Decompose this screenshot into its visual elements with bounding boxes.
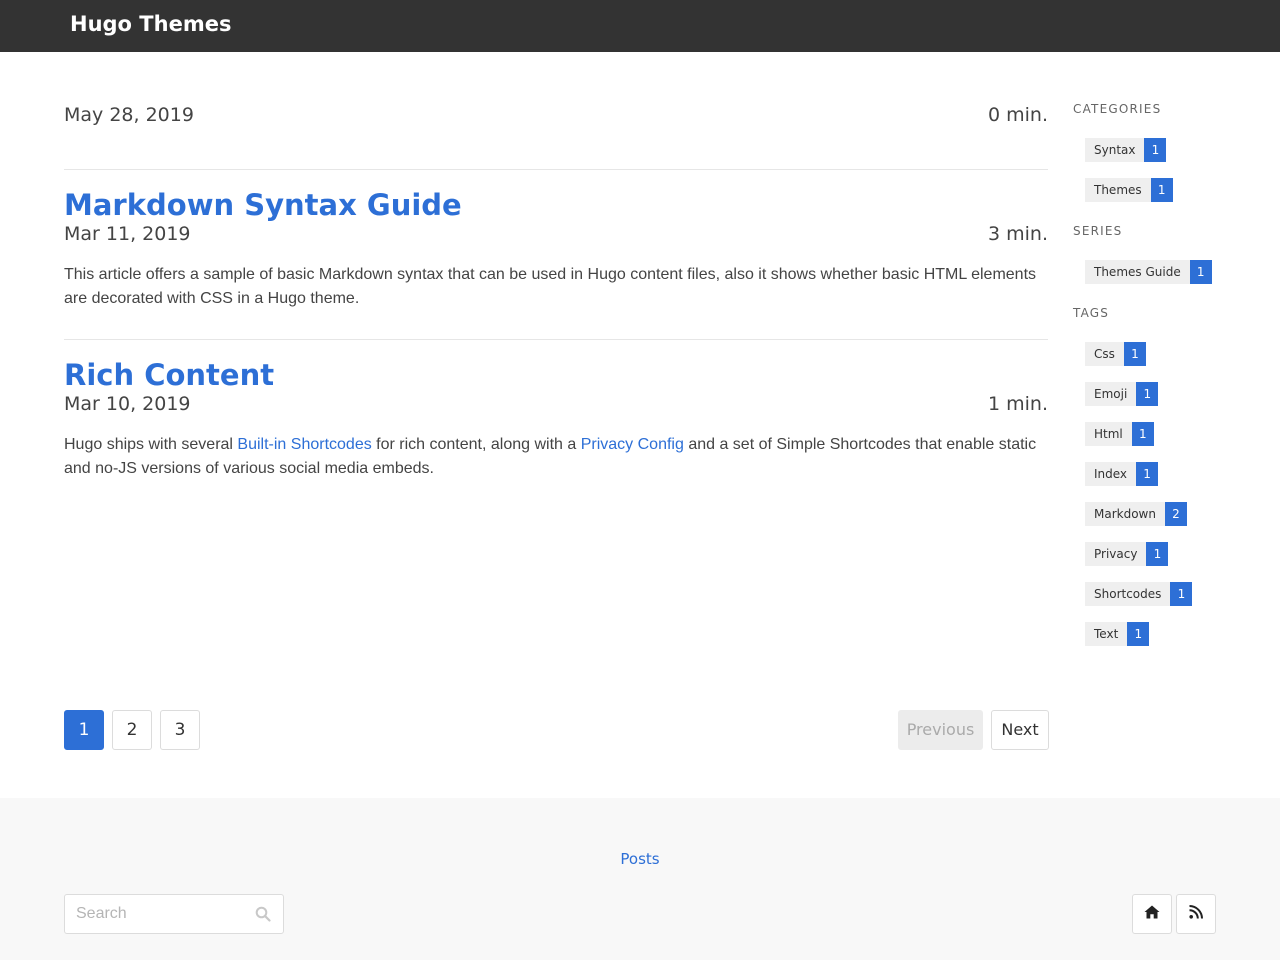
tag-markdown[interactable]: Markdown 2 — [1085, 502, 1187, 526]
home-icon — [1144, 905, 1160, 924]
privacy-config-link[interactable]: Privacy Config — [581, 436, 684, 453]
summary-text: Hugo ships with several — [64, 436, 238, 453]
next-page-button[interactable]: Next — [991, 710, 1049, 750]
previous-page-button[interactable]: Previous — [898, 710, 983, 750]
post-meta: Mar 10, 2019 1 min. — [64, 393, 1048, 423]
pill-label: Themes — [1085, 178, 1151, 202]
top-navbar: Hugo Themes — [0, 0, 1280, 52]
rss-button[interactable] — [1176, 894, 1216, 934]
post-divider — [64, 339, 1048, 340]
post-summary: Hugo ships with several Built-in Shortco… — [64, 433, 1048, 481]
post-title-link[interactable]: Markdown Syntax Guide — [64, 187, 1048, 223]
pill-count: 1 — [1189, 260, 1212, 284]
tag-shortcodes[interactable]: Shortcodes 1 — [1085, 582, 1193, 606]
post-summary: This article offers a sample of basic Ma… — [64, 266, 1037, 307]
tags-heading: TAGS — [1073, 306, 1110, 320]
pill-label: Emoji — [1085, 382, 1137, 406]
pill-label: Index — [1085, 462, 1137, 486]
post-date: May 28, 2019 — [64, 104, 194, 126]
site-title-link[interactable]: Hugo Themes — [70, 12, 231, 36]
search-icon[interactable] — [255, 906, 271, 922]
pill-count: 2 — [1164, 502, 1187, 526]
post-date: Mar 11, 2019 — [64, 223, 191, 245]
home-button[interactable] — [1132, 894, 1172, 934]
post-divider — [64, 169, 1048, 170]
categories-heading: CATEGORIES — [1073, 102, 1162, 116]
page-3-button[interactable]: 3 — [160, 710, 200, 750]
tag-text[interactable]: Text 1 — [1085, 622, 1150, 646]
tag-css[interactable]: Css 1 — [1085, 342, 1146, 366]
pill-count: 1 — [1123, 342, 1146, 366]
page-1-button[interactable]: 1 — [64, 710, 104, 750]
pill-count: 1 — [1131, 422, 1154, 446]
pill-label: Css — [1085, 342, 1124, 366]
post-date: Mar 10, 2019 — [64, 393, 191, 415]
page-2-button[interactable]: 2 — [112, 710, 152, 750]
post-reading-time: 1 min. — [988, 393, 1048, 415]
pill-count: 1 — [1136, 462, 1159, 486]
category-syntax[interactable]: Syntax 1 — [1085, 138, 1167, 162]
category-themes[interactable]: Themes 1 — [1085, 178, 1173, 202]
post-meta: May 28, 2019 0 min. — [64, 104, 1048, 134]
pill-label: Text — [1085, 622, 1128, 646]
rss-icon — [1189, 904, 1203, 924]
footer-posts-link[interactable]: Posts — [0, 850, 1280, 868]
pill-count: 1 — [1144, 138, 1167, 162]
post-item: May 28, 2019 0 min. — [64, 104, 1048, 134]
search-input[interactable] — [65, 895, 245, 933]
tag-emoji[interactable]: Emoji 1 — [1085, 382, 1159, 406]
pill-count: 1 — [1146, 542, 1169, 566]
footer: Posts — [0, 798, 1280, 960]
pill-count: 1 — [1170, 582, 1193, 606]
pill-count: 1 — [1127, 622, 1150, 646]
summary-text: for rich content, along with a — [371, 436, 581, 453]
search-box — [64, 894, 284, 934]
post-item: Rich Content Mar 10, 2019 1 min. Hugo sh… — [64, 357, 1048, 481]
pill-label: Syntax — [1085, 138, 1145, 162]
tag-html[interactable]: Html 1 — [1085, 422, 1154, 446]
pill-count: 1 — [1136, 382, 1159, 406]
tag-index[interactable]: Index 1 — [1085, 462, 1159, 486]
built-in-shortcodes-link[interactable]: Built-in Shortcodes — [237, 436, 371, 453]
pill-count: 1 — [1150, 178, 1173, 202]
post-reading-time: 3 min. — [988, 223, 1048, 245]
pill-label: Themes Guide — [1085, 260, 1190, 284]
post-meta: Mar 11, 2019 3 min. — [64, 223, 1048, 253]
pill-label: Html — [1085, 422, 1132, 446]
post-reading-time: 0 min. — [988, 104, 1048, 126]
series-heading: SERIES — [1073, 224, 1123, 238]
pill-label: Privacy — [1085, 542, 1147, 566]
post-title-link[interactable]: Rich Content — [64, 357, 1048, 393]
series-themes-guide[interactable]: Themes Guide 1 — [1085, 260, 1212, 284]
pill-label: Markdown — [1085, 502, 1165, 526]
pill-label: Shortcodes — [1085, 582, 1171, 606]
tag-privacy[interactable]: Privacy 1 — [1085, 542, 1169, 566]
post-item: Markdown Syntax Guide Mar 11, 2019 3 min… — [64, 187, 1048, 311]
